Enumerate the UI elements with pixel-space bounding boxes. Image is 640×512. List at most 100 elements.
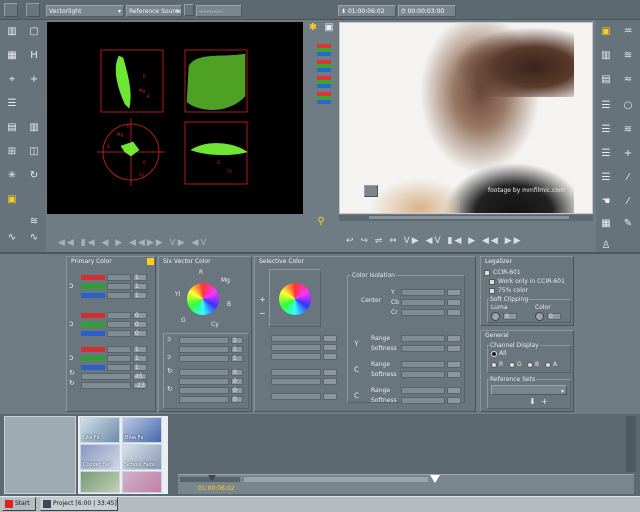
in-marker-icon[interactable] [208,475,216,481]
thumbnail[interactable] [122,471,162,493]
center-y-value[interactable] [447,289,461,296]
waveform-icon[interactable]: ▥ [4,26,20,38]
thumbnail[interactable] [80,471,120,493]
slash-icon[interactable]: ⁄ [620,196,636,208]
layout-button[interactable] [4,3,18,17]
crosshair-icon[interactable]: ⌖ [4,74,20,86]
gamma-green-value[interactable]: 1 [135,283,139,290]
center-cr-value[interactable] [447,309,461,316]
zoom-icon[interactable]: ⚲ [313,216,329,228]
sc-value-3[interactable] [323,369,337,376]
columns-icon[interactable]: ▥ [26,122,42,134]
color75-checkbox[interactable] [489,288,495,294]
sc-value-1[interactable] [323,344,337,351]
down-arrow-icon[interactable]: ⬇ [529,397,536,406]
curve-icon[interactable]: ∿ [4,232,20,244]
sv-value-2[interactable]: 1 [233,355,237,362]
thumbnail[interactable]: Lite Fx [80,417,120,443]
list-icon[interactable]: ☰ [4,98,20,110]
lift-blue-value[interactable]: 1 [135,364,139,371]
timeline-scrollbar[interactable] [626,416,636,472]
center-cb-value[interactable] [447,299,461,306]
rgb-swatch[interactable] [317,76,331,88]
gamma-blue-value[interactable]: 1 [135,292,139,299]
channel-all-radio[interactable] [491,351,497,357]
cr-range-value[interactable] [447,387,461,394]
scope-settings-button[interactable] [26,3,40,17]
plus-icon[interactable]: + [26,74,42,86]
grid-icon[interactable]: ⊞ [4,146,20,158]
cr-softness-value[interactable] [447,397,461,404]
stack-icon[interactable]: ☰ [598,148,614,160]
current-timecode-field[interactable]: ⬇ 01:00:06:02 [338,5,396,17]
palette-icon[interactable]: ▣ [4,194,20,206]
scope-transport[interactable]: ◀◀ ▮◀ ◀ ▶ ◀◀▶▶ V▶ ◀V [58,238,209,248]
rectangle-icon[interactable]: ▢ [26,26,42,38]
duration-timecode-field[interactable]: ⏱ 00:00:03:00 [398,5,456,17]
reference-timecode-field[interactable]: --:--:--:-- [196,5,242,17]
scope-mode-select[interactable]: Vectorlight ▾ [46,5,124,17]
saturation-value[interactable]: -23 [135,382,145,389]
preview-transport[interactable]: ↩ ↪ ⇌ ⇔ V▶ ◀V ▮◀ ▶ ◀◀ ▶▶ [346,236,523,246]
reference-sets-select[interactable]: ▾ [491,385,567,395]
bars-icon[interactable]: ▤ [598,74,614,86]
selective-color-wheel[interactable] [279,283,311,315]
grid-icon[interactable]: ▦ [4,50,20,62]
sc-value-4[interactable] [323,378,337,385]
settings-icon[interactable]: ✱ [305,22,321,34]
lift-red-value[interactable]: 1 [135,346,139,353]
bars-icon[interactable]: ▥ [598,50,614,62]
color-knob[interactable] [535,312,544,321]
channel-r-radio[interactable] [491,362,497,368]
y-range-value[interactable] [447,335,461,342]
cb-softness-value[interactable] [447,371,461,378]
playhead-icon[interactable] [430,475,440,483]
enable-toggle[interactable] [147,258,154,265]
h-icon[interactable]: H [26,50,42,62]
start-button[interactable]: Start [2,497,36,511]
taskbar-project-button[interactable]: Project [6:00 | 33:45] [40,497,118,511]
wave-icon[interactable]: ≋ [26,216,42,228]
gain-blue-value[interactable]: 0 [135,330,139,337]
add-icon[interactable]: + [541,397,548,406]
audio-icon[interactable]: ♒ [620,26,636,38]
stack-icon[interactable]: ☰ [598,124,614,136]
ccir601-checkbox[interactable] [484,270,490,276]
lift-green-value[interactable]: 1 [135,355,139,362]
wave-icon[interactable]: ≈ [620,74,636,86]
rgb-swatch[interactable] [317,92,331,104]
sc-value-0[interactable] [323,335,337,342]
gain-green-value[interactable]: 0 [135,321,139,328]
sv-value-6[interactable]: 0 [233,396,237,403]
lock-icon[interactable]: ▣ [321,22,337,34]
sv-value-0[interactable]: 1 [233,337,237,344]
rgb-swatch[interactable] [317,44,331,56]
stack-icon[interactable]: ☰ [598,100,614,112]
circle-icon[interactable]: ○ [620,100,636,112]
wave-icon[interactable]: ≋ [620,124,636,136]
stack-icon[interactable]: ☰ [598,172,614,184]
minus-icon[interactable]: − [259,309,266,318]
sc-value-5[interactable] [323,393,337,400]
curve-icon[interactable]: ∿ [26,232,42,244]
rotate-icon[interactable]: ↻ [26,170,42,182]
lock-button[interactable] [184,4,194,16]
hand-icon[interactable]: ☚ [598,196,614,208]
sv-value-4[interactable]: 0 [233,378,237,385]
slash-icon[interactable]: ⁄ [620,172,636,184]
plus-icon[interactable]: + [259,295,266,304]
y-softness-value[interactable] [447,345,461,352]
thumbnail[interactable]: Blue Fx [122,417,162,443]
table-icon[interactable]: ▤ [4,122,20,134]
wave-icon[interactable]: ≋ [620,50,636,62]
sparkle-icon[interactable]: ✳ [4,170,20,182]
thumbnail[interactable]: School Fade [122,444,162,470]
six-vector-color-wheel[interactable] [187,283,219,315]
hue-value[interactable]: 45 [135,373,143,380]
reference-source-select[interactable]: Reference Source ▾ [126,5,182,17]
split-icon[interactable]: ◫ [26,146,42,158]
luma-knob[interactable] [491,312,500,321]
lamp-icon[interactable]: ♙ [598,240,614,252]
rgb-swatch[interactable] [317,60,331,72]
luma-value[interactable]: 0 [505,313,509,320]
